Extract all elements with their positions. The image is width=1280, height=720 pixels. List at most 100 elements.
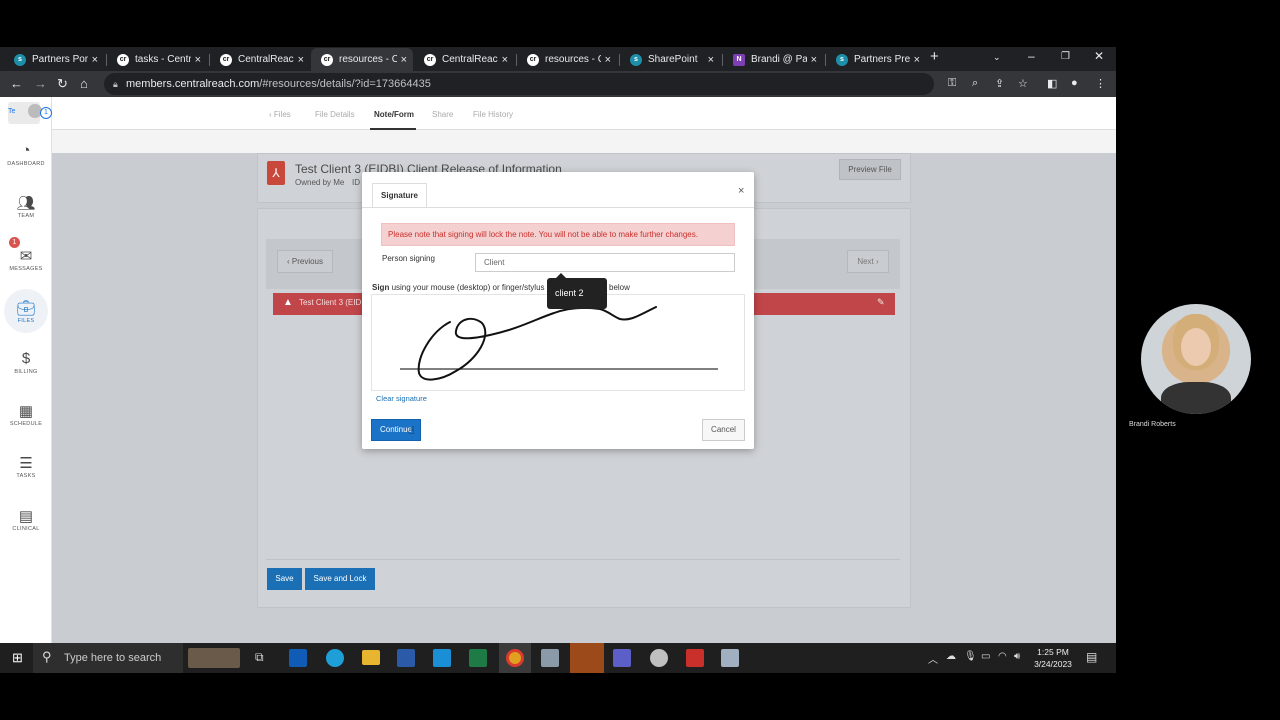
tab-partners-press[interactable]: sPartners Press×	[826, 48, 926, 71]
nav-file-details[interactable]: File Details	[315, 110, 355, 119]
bookmark-star-icon[interactable]: ☆	[1018, 77, 1028, 90]
excel-icon[interactable]	[469, 649, 487, 667]
teams-icon[interactable]	[613, 649, 631, 667]
search-highlight-icon	[188, 648, 240, 668]
zoom-icon[interactable]: ⌕	[972, 77, 978, 90]
content-area: ⅄ Test Client 3 (EIDBI) Client Release o…	[52, 153, 1116, 673]
restore-button[interactable]: ❐	[1061, 51, 1070, 62]
sidebar-item-schedule[interactable]: ▦ SCHEDULE	[0, 402, 52, 427]
key-icon[interactable]: ⚿	[948, 77, 956, 90]
close-icon[interactable]: ×	[92, 54, 98, 66]
acrobat-icon[interactable]	[686, 649, 704, 667]
centralreach-icon: cr	[321, 53, 333, 66]
minimize-button[interactable]: –	[1028, 49, 1035, 63]
app-icon[interactable]	[541, 649, 559, 667]
gauge-icon: ◔	[21, 142, 31, 159]
nav-share[interactable]: Share	[432, 110, 453, 119]
outlook-icon[interactable]	[289, 649, 307, 667]
nav-files[interactable]: ‹ Files	[269, 110, 291, 119]
pencil-icon[interactable]: ✎	[877, 297, 885, 308]
close-icon[interactable]: ×	[502, 54, 508, 66]
next-button[interactable]: Next ›	[847, 250, 889, 273]
browser-window: sPartners Portal× crtasks - Central× crC…	[0, 47, 1116, 673]
teams-people-icon[interactable]	[433, 649, 451, 667]
tab-sharepoint[interactable]: s SharePoint ×	[620, 48, 720, 71]
tab-centralreach[interactable]: cr CentralReach ×	[210, 48, 310, 71]
onedrive-icon[interactable]: ☁	[946, 651, 956, 662]
windows-start-icon[interactable]: ⊞	[12, 650, 23, 666]
tab-tasks[interactable]: crtasks - Central×	[107, 48, 207, 71]
close-icon[interactable]: ×	[811, 54, 817, 66]
divider	[266, 559, 900, 560]
reload-icon[interactable]: ↻	[57, 76, 68, 92]
sidebar-item-billing[interactable]: $ BILLING	[0, 350, 52, 375]
close-icon[interactable]: ×	[298, 54, 304, 66]
media-icon[interactable]	[721, 649, 739, 667]
nav-note-form[interactable]: Note/Form	[374, 110, 414, 119]
forward-icon[interactable]: →	[34, 76, 47, 91]
sharepoint-icon: s	[630, 53, 642, 66]
back-icon[interactable]: ←	[10, 76, 23, 91]
microphone-icon[interactable]: 🎙︎	[964, 651, 977, 662]
tab-brandi[interactable]: NBrandi @ Part×	[723, 48, 823, 71]
sidebar-item-files[interactable]: 💼︎ FILES	[0, 299, 52, 324]
wifi-icon[interactable]: ◠	[998, 651, 1007, 662]
home-icon[interactable]: ⌂	[80, 76, 88, 91]
clear-signature-link[interactable]: Clear signature	[376, 394, 427, 403]
share-icon[interactable]: ⇪	[995, 77, 1004, 90]
briefcase-icon: 💼︎	[16, 300, 36, 317]
tray-chevron-icon[interactable]: ︿	[928, 651, 938, 666]
person-signing-label: Person signing	[382, 254, 435, 263]
close-icon[interactable]: ×	[708, 54, 714, 66]
nav-file-history[interactable]: File History	[473, 110, 513, 119]
url-field[interactable]: 🔒︎ members.centralreach.com/#resources/de…	[104, 73, 934, 95]
sidebar-item-team[interactable]: 👥︎ TEAM	[0, 194, 52, 219]
notifications-icon[interactable]: ▤	[1086, 650, 1097, 664]
paint-icon[interactable]	[650, 649, 668, 667]
warning-icon: ▲	[283, 297, 293, 308]
chevron-right-icon: ›	[873, 257, 879, 266]
task-view-icon[interactable]: ⧉	[255, 650, 264, 665]
volume-icon[interactable]: 🔊︎	[1014, 651, 1020, 662]
previous-button[interactable]: ‹ Previous	[277, 250, 333, 273]
taskbar-search[interactable]: ⚲ Type here to search	[33, 643, 183, 673]
centralreach-taskbar-icon[interactable]	[570, 643, 604, 673]
person-signing-field[interactable]: Client	[475, 253, 735, 272]
file-explorer-icon[interactable]	[362, 650, 380, 665]
sidebar-item-dashboard[interactable]: ◔ DASHBOARD	[0, 142, 52, 167]
close-icon[interactable]: ×	[195, 54, 201, 66]
word-icon[interactable]	[397, 649, 415, 667]
user-avatar[interactable]: Te 1	[8, 102, 52, 124]
chrome-icon[interactable]	[506, 649, 524, 667]
lock-icon: 🔒︎	[113, 79, 118, 89]
tab-partners-portal[interactable]: sPartners Portal×	[4, 48, 104, 71]
sidepanel-icon[interactable]: ◧	[1047, 77, 1057, 90]
window-close-button[interactable]: ✕	[1094, 49, 1104, 63]
cancel-button[interactable]: Cancel	[702, 419, 745, 441]
tab-resources-2[interactable]: crresources - Ce×	[517, 48, 617, 71]
profile-icon[interactable]: ●	[1071, 77, 1078, 89]
battery-icon[interactable]: ▭	[981, 651, 990, 662]
book-icon: ▤	[18, 508, 34, 525]
sidebar-item-clinical[interactable]: ▤ CLINICAL	[0, 507, 52, 532]
tab-resources-active[interactable]: crresources - Ce×	[311, 48, 413, 71]
edge-icon[interactable]	[326, 649, 344, 667]
tab-search-icon[interactable]: ⌄	[993, 52, 1001, 63]
menu-icon[interactable]: ⋮	[1095, 77, 1106, 90]
close-icon[interactable]: ×	[401, 54, 407, 66]
close-icon[interactable]: ×	[738, 185, 744, 197]
save-button[interactable]: Save	[267, 568, 302, 590]
system-clock[interactable]: 1:25 PM 3/24/2023	[1030, 646, 1076, 670]
preview-file-button[interactable]: Preview File	[839, 159, 901, 180]
tab-signature[interactable]: Signature	[372, 183, 427, 208]
sign-instructions-end: below	[609, 283, 630, 292]
close-icon[interactable]: ×	[605, 54, 611, 66]
new-tab-button[interactable]: +	[930, 48, 939, 65]
close-icon[interactable]: ×	[914, 54, 920, 66]
centralreach-icon: cr	[117, 53, 129, 66]
tab-centralreach-2[interactable]: cr CentralReach ×	[414, 48, 514, 71]
tab-strip: sPartners Portal× crtasks - Central× crC…	[0, 47, 1116, 71]
sidebar-item-messages[interactable]: ✉ MESSAGES 1	[0, 237, 52, 272]
sidebar-item-tasks[interactable]: ☰ TASKS	[0, 454, 52, 479]
save-and-lock-button[interactable]: Save and Lock	[305, 568, 375, 590]
